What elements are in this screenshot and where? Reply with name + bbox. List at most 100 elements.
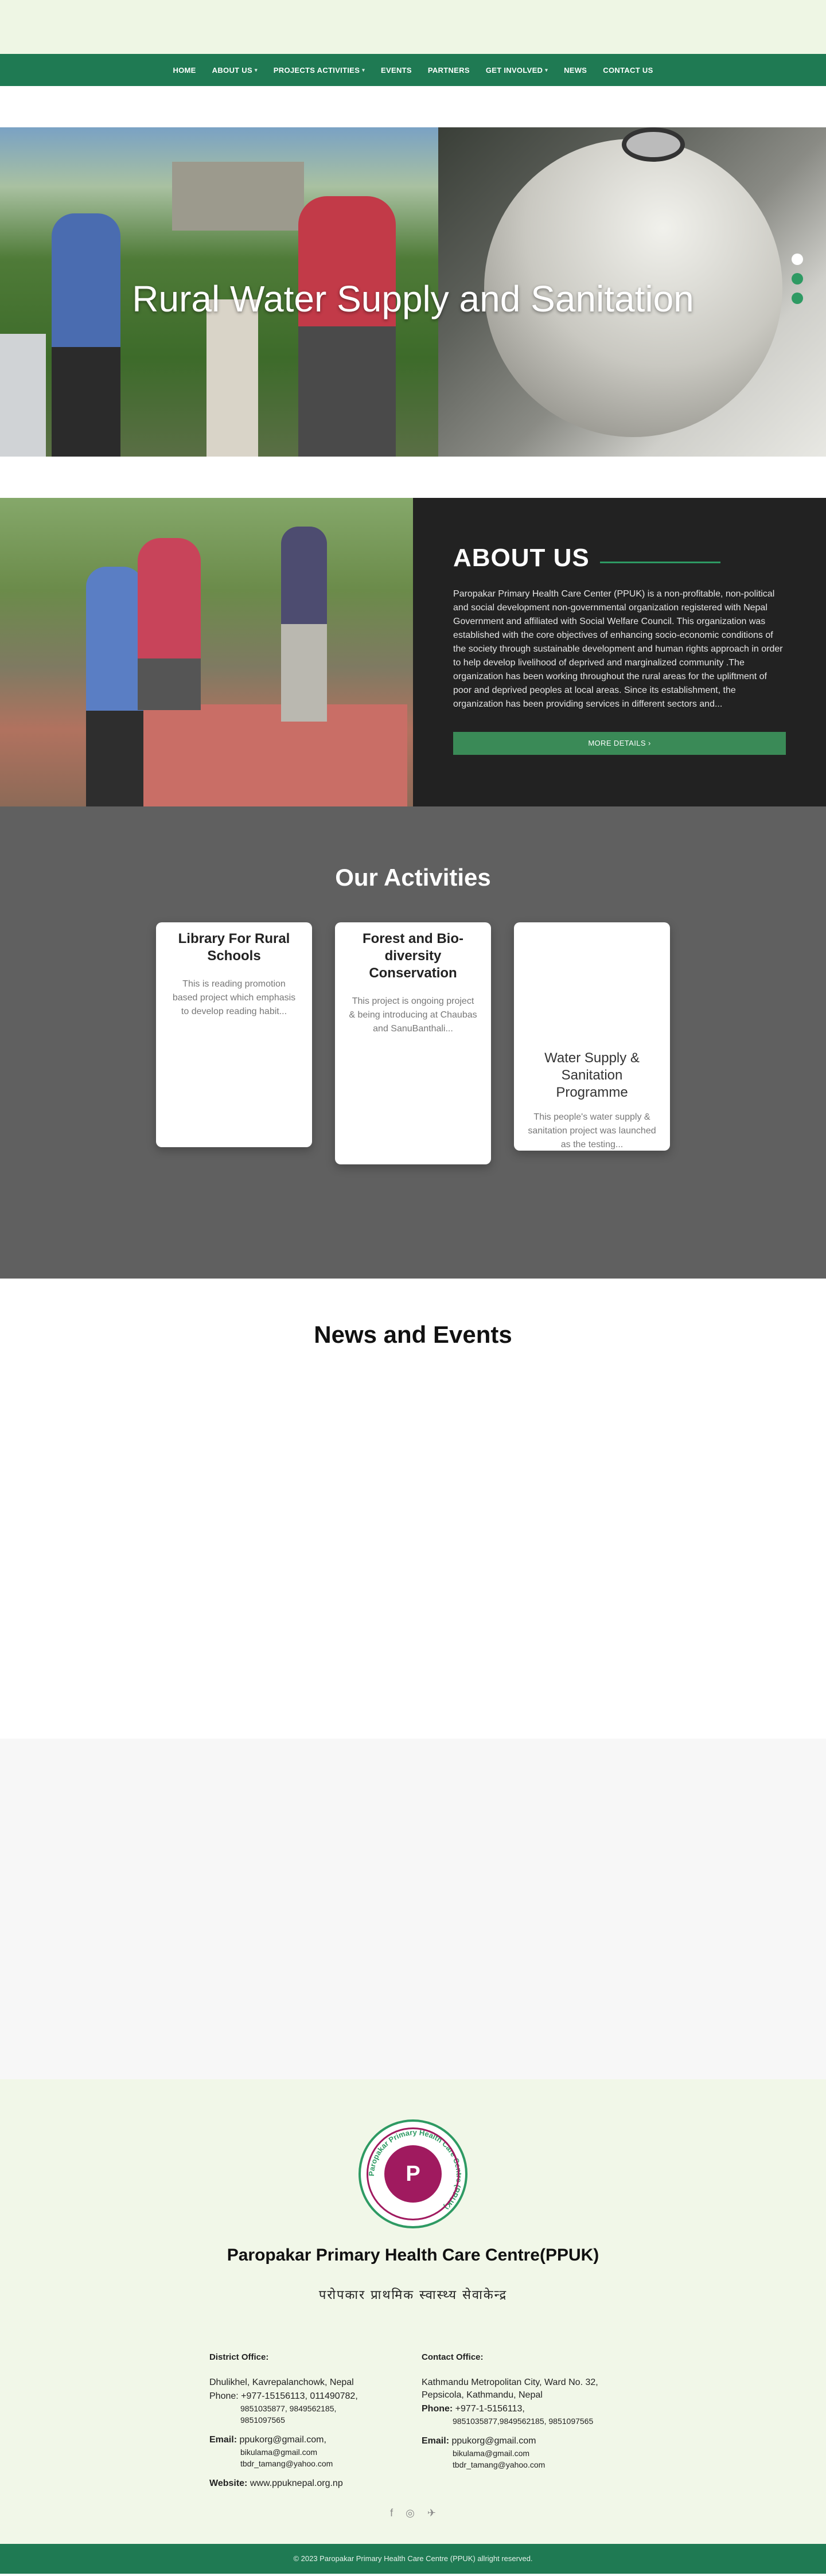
partners-placeholder [0,1739,826,2079]
nav-partners[interactable]: PARTNERS [428,66,470,75]
card-text: This project is ongoing project & being … [349,996,477,1034]
contact-office: Contact Office: Kathmandu Metropolitan C… [422,2351,617,2490]
phone-value: +977-1-5156113, [455,2404,525,2414]
chevron-down-icon: ▾ [545,67,548,73]
activity-card-library[interactable]: Library For Rural Schools This is readin… [156,922,312,1147]
chevron-down-icon: ▾ [254,67,258,73]
facebook-icon[interactable]: f [390,2507,393,2519]
photo-person [281,527,327,722]
copyright-bar: © 2023 Paropakar Primary Health Care Cen… [0,2544,826,2574]
email-link[interactable]: tbdr_tamang@yahoo.com [209,2458,381,2469]
nav-get-involved[interactable]: GET INVOLVED ▾ [486,66,548,75]
organization-logo: Paropakar Primary Health Care Centre (PP… [359,2119,467,2228]
email-label: Email: [422,2436,450,2446]
card-text: This is reading promotion based project … [172,979,296,1016]
photo-basin [132,704,407,806]
spacer [0,86,826,127]
photo-person [52,213,120,457]
news-title: News and Events [314,1321,512,1348]
nav-home[interactable]: HOME [173,66,196,75]
activities-title: Our Activities [335,864,491,891]
photo-person [86,567,143,806]
nav-label: ABOUT US [212,65,252,75]
district-office-heading: District Office: [209,2352,269,2362]
activity-cards: Library For Rural Schools This is readin… [0,922,826,1164]
about-title: ABOUT US [453,544,590,572]
nav-contact-us[interactable]: CONTACT US [603,66,653,75]
district-website: Website: www.ppuknepal.org.np [209,2477,381,2490]
nav-label: GET INVOLVED [485,65,543,75]
card-text: This people's water supply & sanitation … [528,1112,656,1149]
contact-phone-more: 9851035877,9849562185, 9851097565 [453,2417,594,2426]
social-links: f ◎ ✈ [0,2507,826,2519]
email-link[interactable]: ppukorg@gmail.com [451,2436,536,2446]
hero-slider: Rural Water Supply and Sanitation [0,127,826,457]
about-text-panel: ABOUT US Paropakar Primary Health Care C… [413,498,826,806]
twitter-icon[interactable]: ✈ [427,2507,436,2519]
district-email: Email: ppukorg@gmail.com, [209,2434,381,2446]
website-link[interactable]: www.ppuknepal.org.np [250,2478,343,2488]
about-section: ABOUT US Paropakar Primary Health Care C… [0,498,826,806]
about-body: Paropakar Primary Health Care Center (PP… [453,589,783,709]
organization-name-nepali: परोपकार प्राथमिक स्वास्थ्य सेवाकेन्द्र [318,2288,508,2302]
more-details-button[interactable]: MORE DETAILS › [453,732,786,755]
phone-label: Phone: [209,2391,239,2401]
photo-person [298,196,396,457]
photo-tank-lid [622,127,685,162]
card-title: Library For Rural Schools [178,931,290,964]
email-link[interactable]: bikulama@gmail.com [209,2446,381,2458]
slider-dot-3[interactable] [792,293,803,304]
nav-label: EVENTS [381,65,412,75]
nav-label: PARTNERS [427,65,470,75]
contact-phone: Phone: +977-1-5156113, [422,2403,617,2415]
hero-title: Rural Water Supply and Sanitation [132,278,694,319]
nav-news[interactable]: NEWS [564,66,587,75]
email-link[interactable]: tbdr_tamang@yahoo.com [422,2459,617,2470]
card-title: Water Supply & Sanitation Programme [544,1050,640,1100]
office-addresses: District Office: Dhulikhel, Kavrepalanch… [0,2351,826,2490]
footer: Paropakar Primary Health Care Centre (PP… [0,2079,826,2544]
nav-about-us[interactable]: ABOUT US ▾ [212,66,258,75]
activity-card-water[interactable]: Water Supply & Sanitation Programme This… [514,922,670,1151]
card-title: Forest and Bio-diversity Conservation [362,931,463,981]
organization-name: Paropakar Primary Health Care Centre(PPU… [227,2246,599,2265]
district-phone-more: 9851035877, 9849562185, 9851097565 [240,2404,337,2425]
about-heading: ABOUT US [453,544,786,572]
email-label: Email: [209,2435,237,2445]
district-phone: Phone: +977-15156113, 011490782, [209,2390,381,2403]
district-office: District Office: Dhulikhel, Kavrepalanch… [209,2351,381,2490]
nav-projects-activities[interactable]: PROJECTS ACTIVITIES ▾ [274,66,365,75]
email-link[interactable]: ppukorg@gmail.com, [239,2435,326,2445]
main-nav: HOME ABOUT US ▾ PROJECTS ACTIVITIES ▾ EVEN… [0,54,826,86]
top-banner [0,0,826,54]
slider-dot-1[interactable] [792,254,803,265]
news-section: News and Events [0,1279,826,1739]
slider-dots [792,254,803,304]
phone-label: Phone: [422,2404,453,2414]
heading-underline [599,561,720,563]
nav-label: CONTACT US [603,65,653,75]
nav-label: PROJECTS ACTIVITIES [273,65,360,75]
photo-house [172,162,304,231]
contact-office-heading: Contact Office: [422,2352,484,2362]
logo-wrap: Paropakar Primary Health Care Centre (PP… [0,2119,826,2228]
nav-label: HOME [173,65,196,75]
slider-dot-2[interactable] [792,273,803,285]
photo-pillar [206,299,258,457]
contact-email: Email: ppukorg@gmail.com [422,2435,617,2448]
email-link[interactable]: bikulama@gmail.com [422,2448,617,2459]
activities-section: Our Activities Library For Rural Schools… [0,806,826,1279]
activity-card-forest[interactable]: Forest and Bio-diversity Conservation Th… [335,922,491,1164]
contact-address: Kathmandu Metropolitan City, Ward No. 32… [422,2378,598,2400]
photo-person [138,538,201,710]
nav-events[interactable]: EVENTS [381,66,412,75]
phone-value: +977-15156113, 011490782, [241,2391,358,2401]
website-label: Website: [209,2478,248,2488]
logo-inner-ring [367,2127,459,2220]
instagram-icon[interactable]: ◎ [406,2507,415,2519]
about-photo [0,498,413,806]
photo-foreground [0,334,46,457]
